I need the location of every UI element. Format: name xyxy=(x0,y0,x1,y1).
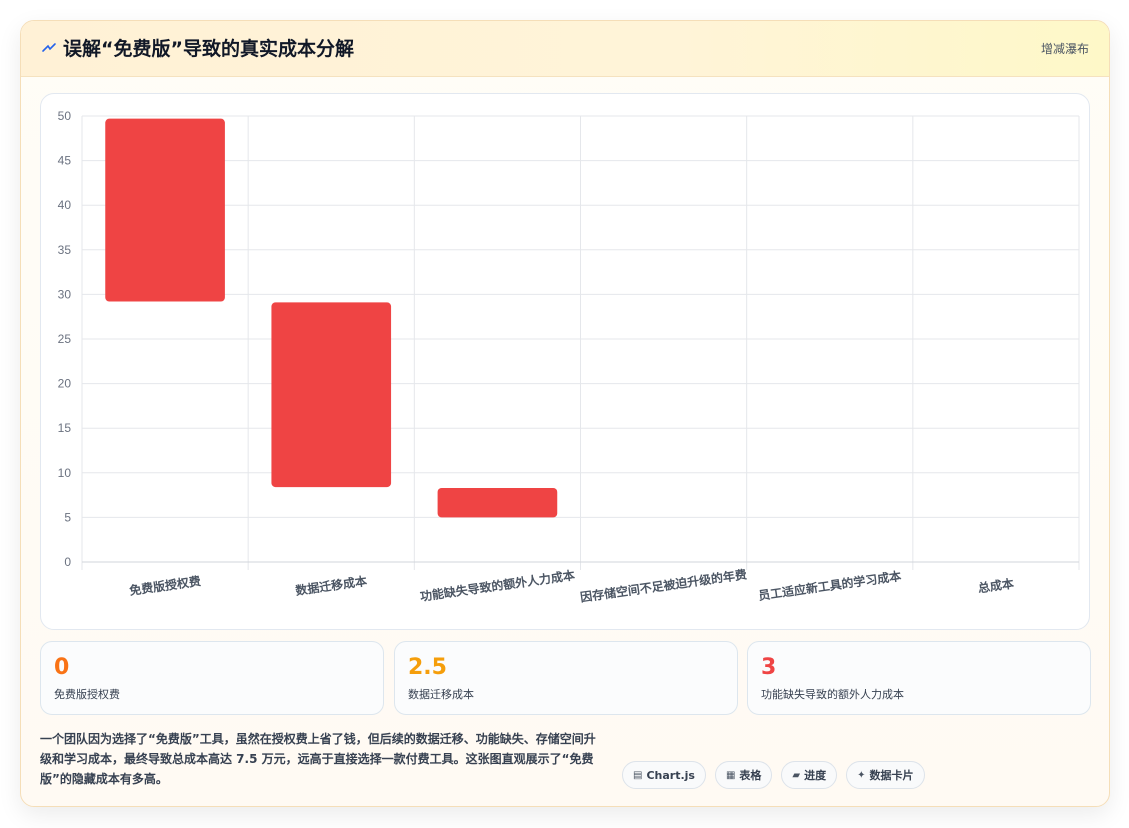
x-tick-label: 免费版授权费 xyxy=(128,573,201,598)
tag-table[interactable]: ▦ 表格 xyxy=(714,761,773,789)
waterfall-bar xyxy=(437,487,558,518)
y-tick-label: 30 xyxy=(58,287,72,301)
tag-label: 数据卡片 xyxy=(869,769,914,782)
y-tick-label: 25 xyxy=(58,332,72,346)
y-tick-label: 45 xyxy=(58,154,72,168)
stat-value: 2.5 xyxy=(408,655,447,680)
y-tick-label: 15 xyxy=(58,421,72,435)
stat-label: 数据迁移成本 xyxy=(408,688,474,701)
y-tick-label: 50 xyxy=(58,109,72,123)
x-tick-label: 员工适应新工具的学习成本 xyxy=(757,568,902,603)
waterfall-bar xyxy=(271,302,392,488)
chart-title: 误解“免费版”导致的真实成本分解 xyxy=(63,38,354,60)
card-icon: ✦ xyxy=(857,769,866,781)
stat-value: 0 xyxy=(54,655,70,680)
x-tick-label: 功能缺失导致的额外人力成本 xyxy=(419,567,576,604)
y-tick-label: 35 xyxy=(58,243,72,257)
tag-chartjs[interactable]: ▤ Chart.js xyxy=(622,761,706,789)
stat-card-labor: 3 功能缺失导致的额外人力成本 xyxy=(747,641,1091,715)
y-tick-label: 40 xyxy=(58,198,72,212)
y-tick-label: 0 xyxy=(64,555,71,569)
waterfall-chart: 0 5 10 15 20 25 30 35 40 45 50 免费版授权费 数据迁移成本 功能缺失导致的额… xyxy=(58,109,1080,605)
zigzag-icon xyxy=(41,40,57,56)
stat-card-license: 0 免费版授权费 xyxy=(40,641,384,715)
tag-progress[interactable]: ▰ 进度 xyxy=(781,761,838,789)
y-tick-label: 10 xyxy=(58,466,72,480)
tag-label: 表格 xyxy=(739,769,762,782)
chart-area: 0 5 10 15 20 25 30 35 40 45 50 免费版授权费 数据迁移成本 功能缺失导致的额… xyxy=(40,93,1090,630)
chart-card: 误解“免费版”导致的真实成本分解 增减瀑布 0 5 10 15 20 25 30 35 40 45… xyxy=(20,20,1110,807)
stat-label: 功能缺失导致的额外人力成本 xyxy=(761,688,904,701)
chart-type-label: 增减瀑布 xyxy=(1040,42,1089,56)
waterfall-bar xyxy=(105,118,225,302)
y-tick-label: 5 xyxy=(64,510,71,524)
tag-label: Chart.js xyxy=(646,768,695,782)
stat-value: 3 xyxy=(761,655,777,680)
progress-icon: ▰ xyxy=(792,769,801,781)
card-header: 误解“免费版”导致的真实成本分解 增减瀑布 xyxy=(21,21,1109,77)
table-icon: ▦ xyxy=(725,769,736,781)
x-tick-label: 数据迁移成本 xyxy=(294,573,367,598)
stat-card-migration: 2.5 数据迁移成本 xyxy=(394,641,738,715)
x-tick-label: 因存储空间不足被迫升级的年费 xyxy=(579,566,747,604)
feature-tags: ▤ Chart.js ▦ 表格 ▰ 进度 ✦ 数据卡片 xyxy=(622,761,925,789)
tag-label: 进度 xyxy=(804,769,827,782)
tag-data-card[interactable]: ✦ 数据卡片 xyxy=(846,761,925,789)
x-tick-label: 总成本 xyxy=(977,576,1015,596)
chart-icon: ▤ xyxy=(633,769,643,781)
y-tick-label: 20 xyxy=(58,377,72,391)
stat-label: 免费版授权费 xyxy=(54,688,120,701)
chart-description: 一个团队因为选择了“免费版”工具，虽然在授权费上省了钱，但后续的数据迁移、功能缺… xyxy=(40,732,596,786)
